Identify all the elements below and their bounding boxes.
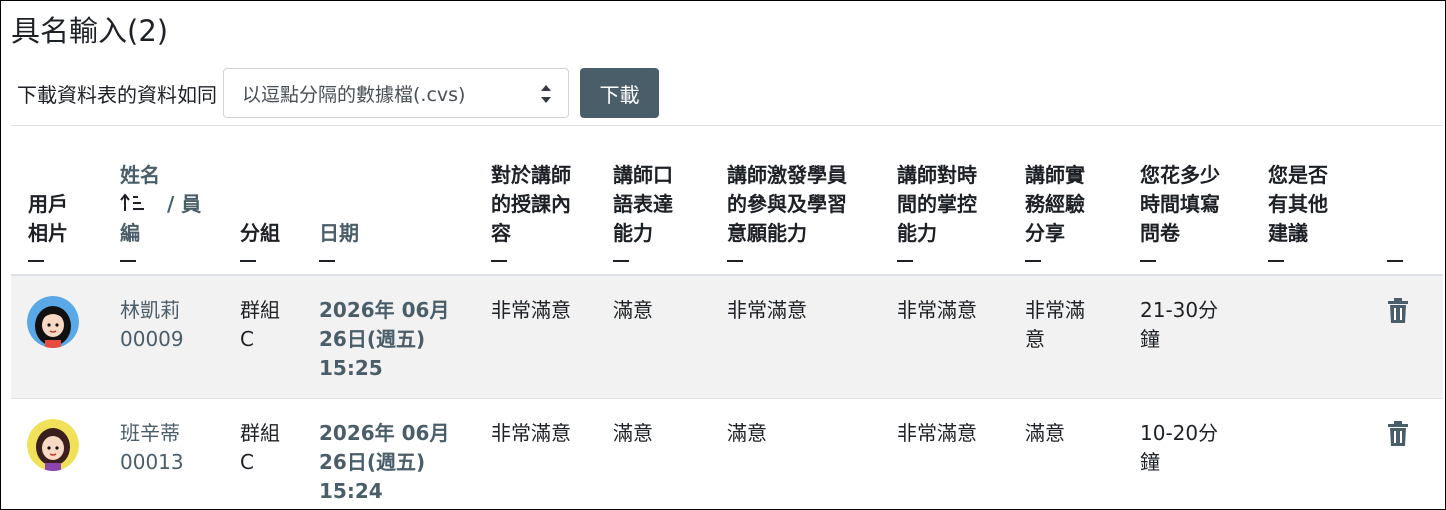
header-q5: 講師實 務經驗 分享 xyxy=(1025,161,1085,262)
page-title: 具名輸入(2) xyxy=(11,14,169,48)
q3-cell: 非常滿意 xyxy=(727,298,807,322)
chevron-up-down-icon xyxy=(541,85,551,103)
download-label: 下載資料表的資料如同 xyxy=(17,82,217,107)
header-q3: 講師激發學員 的參與及學習 意願能力 xyxy=(727,161,847,262)
download-bar: 下載資料表的資料如同 以逗點分隔的數據檔(.cvs) 下載 xyxy=(17,67,659,119)
sort-by-id-link[interactable]: / 員 xyxy=(167,192,201,216)
header-name: 姓名 / 員 編 xyxy=(120,161,201,262)
q6-cell: 10-20分鐘 xyxy=(1140,421,1219,474)
collapse-icon[interactable] xyxy=(319,260,335,262)
download-format-value: 以逗點分隔的數據檔(.cvs) xyxy=(242,83,466,106)
avatar-image xyxy=(27,296,79,348)
table-row: 林凱莉 00009 群組 C 2026年 06月 26日(週五) 15:25 非常滿意 … xyxy=(11,276,1443,398)
q4-cell: 非常滿意 xyxy=(897,421,977,445)
header-q6: 您花多少 時間填寫 問卷 xyxy=(1140,161,1220,262)
q6-cell: 21-30分鐘 xyxy=(1140,298,1219,351)
q1-cell: 非常滿意 xyxy=(491,298,571,322)
header-q1: 對於講師 的授課內容 xyxy=(491,161,571,262)
date-cell[interactable]: 2026年 06月 26日(週五) 15:24 xyxy=(319,419,449,506)
collapse-icon[interactable] xyxy=(1387,260,1403,262)
trash-icon[interactable] xyxy=(1387,298,1409,324)
trash-icon[interactable] xyxy=(1387,421,1409,447)
q3-cell: 滿意 xyxy=(727,421,767,445)
q5-cell: 滿意 xyxy=(1025,421,1065,445)
avatar[interactable] xyxy=(27,296,79,348)
collapse-icon[interactable] xyxy=(491,260,507,262)
collapse-icon[interactable] xyxy=(727,260,743,262)
sort-by-id-link-cont[interactable]: 編 xyxy=(120,221,140,245)
collapse-icon[interactable] xyxy=(1025,260,1041,262)
date-cell[interactable]: 2026年 06月 26日(週五) 15:25 xyxy=(319,296,449,383)
collapse-icon[interactable] xyxy=(897,260,913,262)
header-q4: 講師對時 間的掌控 能力 xyxy=(897,161,977,262)
q1-cell: 非常滿意 xyxy=(491,421,571,445)
collapse-icon[interactable] xyxy=(28,260,44,262)
sort-by-date-link[interactable]: 日期 xyxy=(319,221,359,245)
table-row: 班辛蒂 00013 群組 C 2026年 06月 26日(週五) 15:24 非常滿意 … xyxy=(11,399,1443,509)
collapse-icon[interactable] xyxy=(120,260,136,262)
avatar[interactable] xyxy=(27,419,79,471)
report-frame: 具名輸入(2) 下載資料表的資料如同 以逗點分隔的數據檔(.cvs) 下載 用戶… xyxy=(0,0,1446,510)
collapse-icon[interactable] xyxy=(1140,260,1156,262)
q2-cell: 滿意 xyxy=(613,298,653,322)
header-q7: 您是否 有其他 建議 xyxy=(1268,161,1328,262)
q4-cell: 非常滿意 xyxy=(897,298,977,322)
collapse-icon[interactable] xyxy=(1268,260,1284,262)
user-name-cell[interactable]: 林凱莉 00009 xyxy=(120,296,184,354)
collapse-icon[interactable] xyxy=(613,260,629,262)
q2-cell: 滿意 xyxy=(613,421,653,445)
download-format-select[interactable]: 以逗點分隔的數據檔(.cvs) xyxy=(223,68,569,118)
group-cell: 群組 C xyxy=(240,298,280,351)
sort-by-name-link[interactable]: 姓名 xyxy=(120,163,160,187)
collapse-icon[interactable] xyxy=(240,260,256,262)
table-header: 用戶 相片 姓名 / 員 編 分組 日期 對於講師 的授課內 容 講師口 語表達… xyxy=(11,126,1443,274)
q5-cell: 非常滿意 xyxy=(1025,298,1085,351)
header-user-picture: 用戶 相片 xyxy=(28,190,68,262)
user-name-cell[interactable]: 班辛蒂 00013 xyxy=(120,419,184,477)
sort-ascending-icon xyxy=(120,193,144,211)
group-cell: 群組 C xyxy=(240,421,280,474)
download-button[interactable]: 下載 xyxy=(580,68,659,118)
header-actions xyxy=(1387,248,1403,262)
header-date: 日期 xyxy=(319,219,359,262)
avatar-image xyxy=(27,419,79,471)
header-group: 分組 xyxy=(240,219,280,262)
header-q2: 講師口 語表達 能力 xyxy=(613,161,673,262)
